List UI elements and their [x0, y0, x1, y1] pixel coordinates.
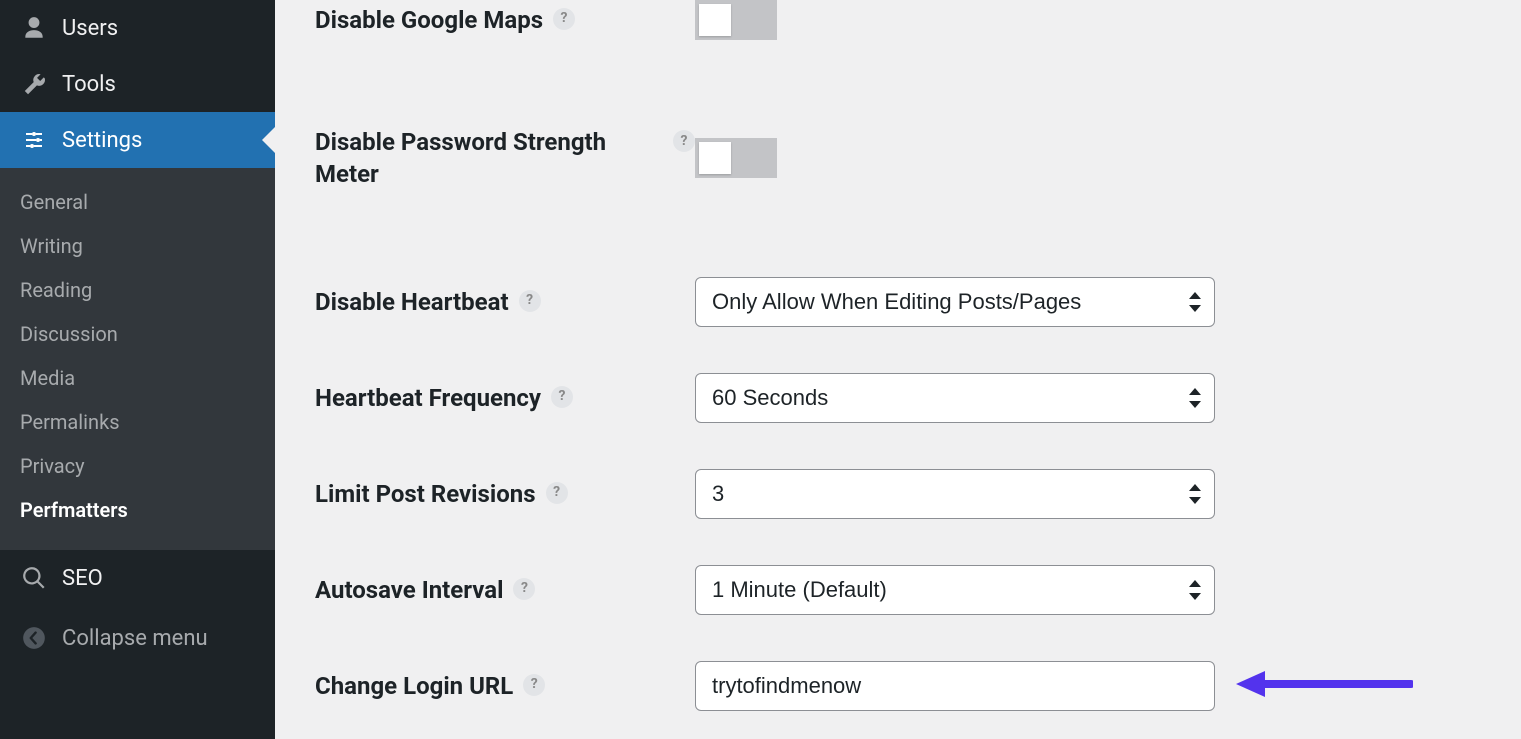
- search-icon: [20, 564, 48, 592]
- label-limit-post-revisions: Limit Post Revisions: [315, 478, 536, 510]
- help-icon[interactable]: ?: [513, 578, 535, 600]
- select-autosave-interval[interactable]: 1 Minute (Default): [695, 565, 1215, 615]
- row-heartbeat-frequency: Heartbeat Frequency ? 60 Seconds: [315, 365, 1521, 431]
- sidebar-item-label: SEO: [62, 566, 103, 591]
- submenu-item-privacy[interactable]: Privacy: [0, 444, 275, 488]
- select-heartbeat-frequency[interactable]: 60 Seconds: [695, 373, 1215, 423]
- wrench-icon: [20, 70, 48, 98]
- help-icon[interactable]: ?: [519, 290, 541, 312]
- submenu-item-permalinks[interactable]: Permalinks: [0, 400, 275, 444]
- row-limit-post-revisions: Limit Post Revisions ? 3: [315, 461, 1521, 527]
- help-icon[interactable]: ?: [546, 482, 568, 504]
- label-disable-password-meter: Disable Password Strength Meter: [315, 126, 663, 191]
- sidebar-item-users[interactable]: Users: [0, 0, 275, 56]
- select-limit-post-revisions[interactable]: 3: [695, 469, 1215, 519]
- sidebar-item-label: Tools: [62, 72, 116, 97]
- help-icon[interactable]: ?: [551, 386, 573, 408]
- row-disable-heartbeat: Disable Heartbeat ? Only Allow When Edit…: [315, 269, 1521, 335]
- submenu-item-discussion[interactable]: Discussion: [0, 312, 275, 356]
- label-heartbeat-frequency: Heartbeat Frequency: [315, 382, 541, 414]
- label-change-login-url: Change Login URL: [315, 670, 513, 702]
- collapse-menu-button[interactable]: Collapse menu: [0, 610, 275, 666]
- sliders-icon: [20, 126, 48, 154]
- settings-submenu: General Writing Reading Discussion Media…: [0, 168, 275, 550]
- row-disable-google-maps: Disable Google Maps ?: [315, 0, 1521, 48]
- submenu-item-perfmatters[interactable]: Perfmatters: [0, 488, 275, 532]
- toggle-disable-google-maps[interactable]: [695, 0, 777, 40]
- row-change-login-url: Change Login URL ?: [315, 653, 1521, 719]
- annotation-arrow-icon: [1233, 667, 1413, 705]
- collapse-label: Collapse menu: [62, 626, 208, 651]
- submenu-item-reading[interactable]: Reading: [0, 268, 275, 312]
- select-disable-heartbeat[interactable]: Only Allow When Editing Posts/Pages: [695, 277, 1215, 327]
- sidebar-item-label: Settings: [62, 128, 142, 153]
- help-icon[interactable]: ?: [523, 674, 545, 696]
- user-icon: [20, 14, 48, 42]
- label-disable-google-maps: Disable Google Maps: [315, 4, 543, 36]
- label-autosave-interval: Autosave Interval: [315, 574, 503, 606]
- input-change-login-url[interactable]: [695, 661, 1215, 711]
- label-disable-heartbeat: Disable Heartbeat: [315, 286, 509, 318]
- row-disable-password-meter: Disable Password Strength Meter ?: [315, 118, 1521, 199]
- row-autosave-interval: Autosave Interval ? 1 Minute (Default): [315, 557, 1521, 623]
- sidebar-item-seo[interactable]: SEO: [0, 550, 275, 606]
- submenu-item-general[interactable]: General: [0, 180, 275, 224]
- sidebar-item-settings[interactable]: Settings: [0, 112, 275, 168]
- sidebar-item-label: Users: [62, 16, 118, 41]
- collapse-icon: [20, 624, 48, 652]
- settings-form: Disable Google Maps ? Disable Password S…: [275, 0, 1521, 739]
- sidebar-item-tools[interactable]: Tools: [0, 56, 275, 112]
- submenu-item-media[interactable]: Media: [0, 356, 275, 400]
- help-icon[interactable]: ?: [553, 8, 575, 30]
- submenu-item-writing[interactable]: Writing: [0, 224, 275, 268]
- toggle-disable-password-meter[interactable]: [695, 138, 777, 178]
- admin-sidebar: Users Tools Settings General Writing Rea…: [0, 0, 275, 739]
- help-icon[interactable]: ?: [673, 130, 695, 152]
